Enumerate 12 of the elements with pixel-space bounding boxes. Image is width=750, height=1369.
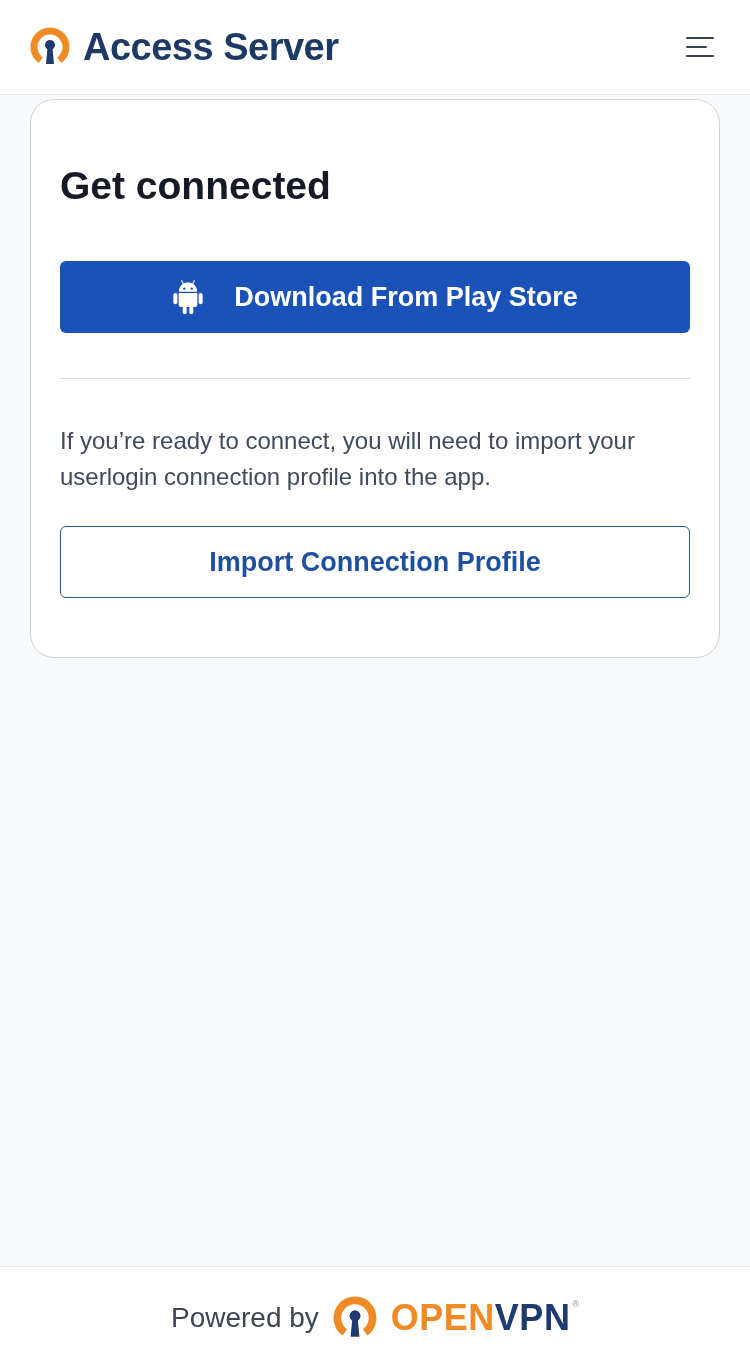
card-title: Get connected	[60, 163, 332, 209]
keyhole-logo-icon	[30, 27, 70, 67]
keyhole-logo-icon	[332, 1296, 377, 1340]
powered-by-text: Powered by	[170, 1301, 319, 1335]
menu-icon	[686, 36, 714, 58]
download-button[interactable]: Download From Play Store	[60, 261, 690, 333]
registered-mark: ®	[572, 1300, 580, 1309]
import-profile-button[interactable]: Import Connection Profile	[60, 526, 690, 598]
openvpn-wordmark: OPENVPN	[390, 1300, 571, 1336]
android-robot-icon	[172, 279, 205, 315]
instruction-text: If you’re ready to connect, you will need to import your userlogin connection profile into the app.	[60, 426, 636, 492]
app-title: Access Server	[83, 28, 339, 66]
